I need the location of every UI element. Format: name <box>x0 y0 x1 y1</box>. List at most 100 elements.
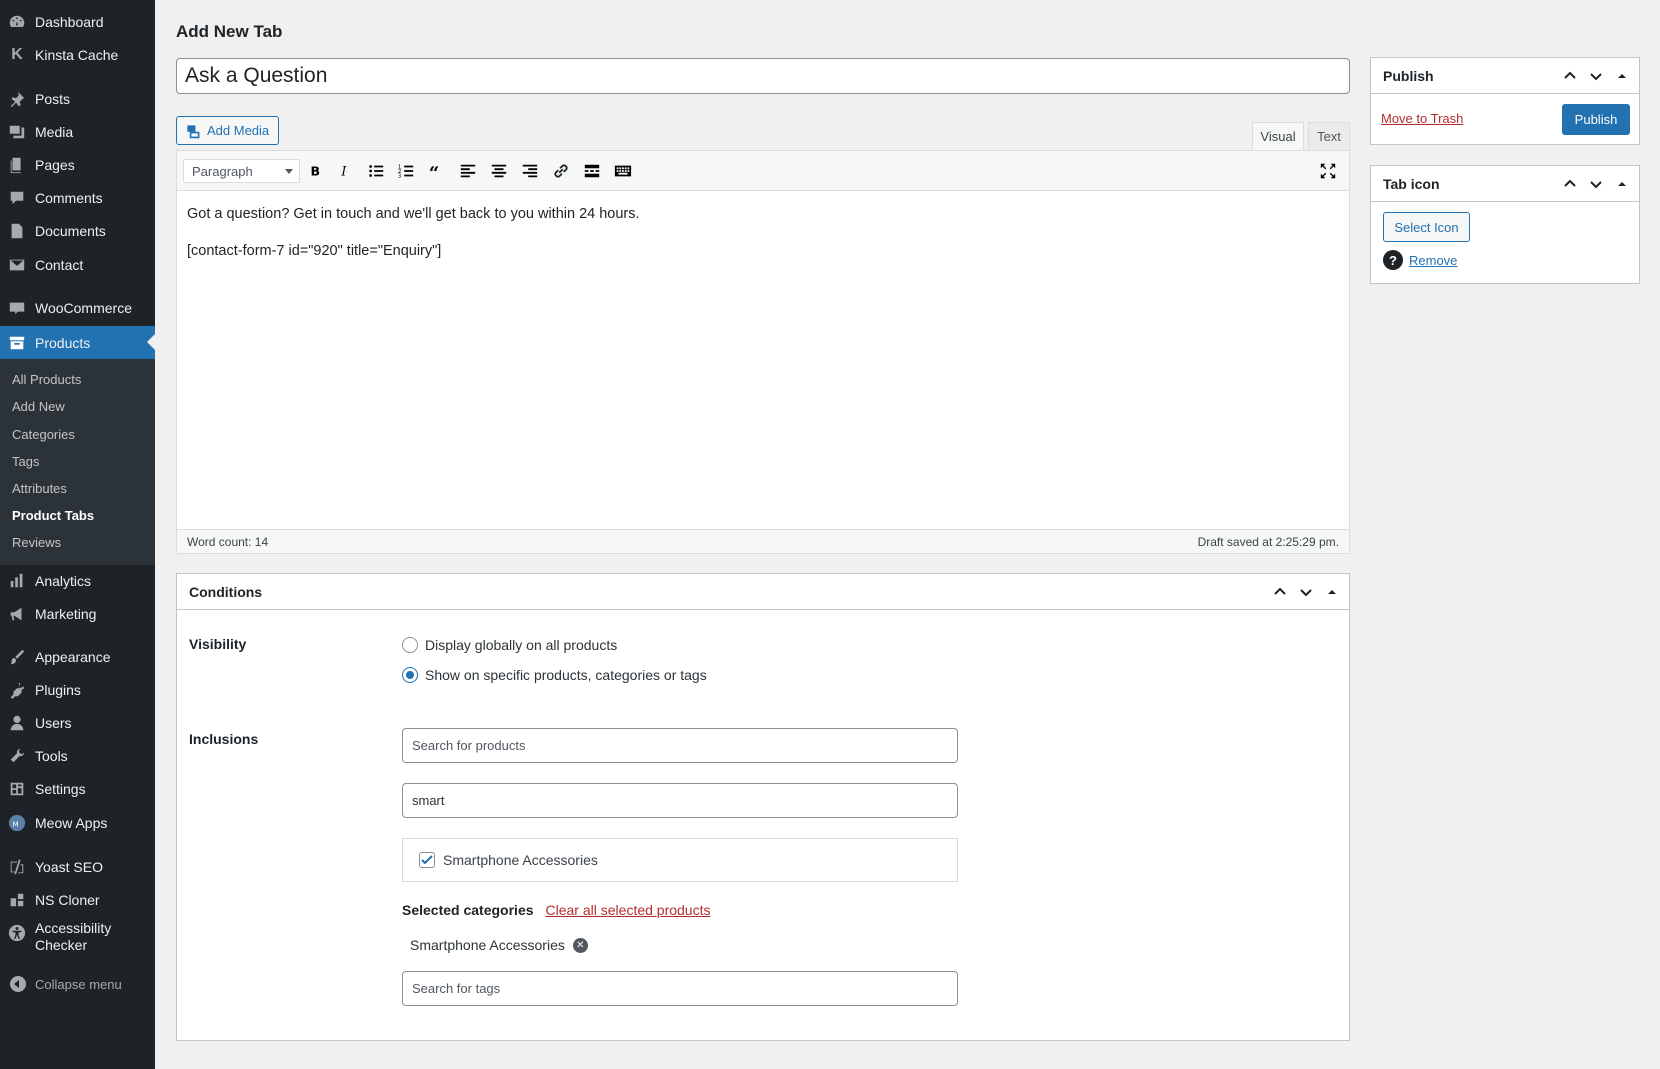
read-more-icon[interactable] <box>581 160 603 182</box>
collapse-menu-button[interactable]: Collapse menu <box>0 973 122 995</box>
sidebar-item-marketing[interactable]: Marketing <box>0 599 155 629</box>
radio-display-globally[interactable]: Display globally on all products <box>402 637 617 653</box>
radio-show-specific[interactable]: Show on specific products, categories or… <box>402 667 707 683</box>
sidebar-item-label: Marketing <box>35 606 97 622</box>
bold-icon[interactable]: B <box>304 160 326 182</box>
sidebar-item-appearance[interactable]: Appearance <box>0 642 155 672</box>
publish-button[interactable]: Publish <box>1562 104 1630 135</box>
tab-visual[interactable]: Visual <box>1252 122 1304 150</box>
sidebar-item-settings[interactable]: Settings <box>0 774 155 804</box>
tab-text[interactable]: Text <box>1308 122 1350 150</box>
caret-down-icon <box>285 169 293 174</box>
category-checkbox[interactable] <box>419 852 435 868</box>
conditions-metabox: Conditions Visibility Display globally o… <box>176 573 1350 1041</box>
submenu-reviews[interactable]: Reviews <box>12 535 61 550</box>
submenu-add-new[interactable]: Add New <box>12 399 65 414</box>
post-title-input[interactable] <box>176 58 1350 94</box>
submenu-attributes[interactable]: Attributes <box>12 481 67 496</box>
yoast-icon <box>7 857 27 877</box>
sidebar-item-contact[interactable]: Contact <box>0 250 155 280</box>
add-media-button[interactable]: Add Media <box>176 116 279 145</box>
move-up-icon[interactable] <box>1561 67 1579 85</box>
clear-all-link[interactable]: Clear all selected products <box>546 902 711 918</box>
move-down-icon[interactable] <box>1587 175 1605 193</box>
sidebar-item-analytics[interactable]: Analytics <box>0 566 155 596</box>
add-media-icon <box>187 124 200 138</box>
sidebar-item-woocommerce[interactable]: WooCommerce <box>0 293 155 323</box>
documents-icon <box>7 221 27 241</box>
wrench-icon <box>7 746 27 766</box>
sidebar-item-accessibility-checker[interactable]: Accessibility Checker <box>0 920 155 960</box>
move-down-icon[interactable] <box>1587 67 1605 85</box>
sidebar-item-label: Users <box>35 715 72 731</box>
selected-category-chip: Smartphone Accessories ✕ <box>410 937 588 953</box>
comments-icon <box>7 188 27 208</box>
conditions-title: Conditions <box>189 583 263 600</box>
submenu-categories[interactable]: Categories <box>12 427 75 442</box>
move-down-icon[interactable] <box>1297 583 1315 601</box>
sidebar-item-dashboard[interactable]: Dashboard <box>0 7 155 37</box>
link-icon[interactable] <box>550 160 572 182</box>
sidebar-item-tools[interactable]: Tools <box>0 741 155 771</box>
sidebar-item-documents[interactable]: Documents <box>0 216 155 246</box>
align-center-icon[interactable] <box>488 160 510 182</box>
media-icon <box>7 122 27 142</box>
move-up-icon[interactable] <box>1271 583 1289 601</box>
sidebar-item-pages[interactable]: Pages <box>0 150 155 180</box>
search-tags-input[interactable] <box>402 971 958 1006</box>
select-icon-button[interactable]: Select Icon <box>1383 212 1470 242</box>
sidebar-item-users[interactable]: Users <box>0 708 155 738</box>
tab-icon-metabox: Tab icon Select Icon ? Remove <box>1370 165 1640 284</box>
cloner-icon <box>7 890 27 910</box>
align-right-icon[interactable] <box>519 160 541 182</box>
move-to-trash-link[interactable]: Move to Trash <box>1381 111 1463 126</box>
submenu-product-tabs[interactable]: Product Tabs <box>12 508 94 523</box>
collapse-menu-label: Collapse menu <box>35 976 122 992</box>
publish-title: Publish <box>1383 67 1434 84</box>
sidebar-item-yoast-seo[interactable]: Yoast SEO <box>0 852 155 882</box>
submenu-all-products[interactable]: All Products <box>12 372 81 387</box>
sidebar-item-label: Media <box>35 124 74 140</box>
format-select[interactable]: Paragraph <box>183 159 300 183</box>
sidebar-item-ns-cloner[interactable]: NS Cloner <box>0 885 155 915</box>
toolbar-toggle-icon[interactable] <box>612 160 634 182</box>
sidebar-item-label: Products <box>35 334 91 351</box>
sidebar-item-posts[interactable]: Posts <box>0 84 155 114</box>
svg-text:“: “ <box>429 163 439 180</box>
sidebar-item-products[interactable]: Products <box>0 326 155 359</box>
italic-icon[interactable]: I <box>334 160 356 182</box>
sidebar-item-media[interactable]: Media <box>0 117 155 147</box>
blockquote-icon[interactable]: “ <box>426 160 448 182</box>
sidebar-item-label: Documents <box>35 223 106 239</box>
svg-text:I: I <box>340 164 347 179</box>
radio-button[interactable] <box>402 637 418 653</box>
remove-icon-link[interactable]: Remove <box>1409 253 1457 268</box>
archive-icon <box>7 333 27 353</box>
sidebar-item-label: Contact <box>35 257 84 273</box>
sidebar-item-meow-apps[interactable]: M Meow Apps <box>0 808 155 838</box>
category-search-input[interactable] <box>402 783 958 818</box>
bar-chart-icon <box>7 571 27 591</box>
move-up-icon[interactable] <box>1561 175 1579 193</box>
search-products-input[interactable] <box>402 728 958 763</box>
collapse-toggle-icon[interactable] <box>1613 175 1631 193</box>
fullscreen-icon[interactable] <box>1317 160 1339 182</box>
sidebar-item-label: Posts <box>35 91 71 107</box>
sidebar-item-kinsta-cache[interactable]: K Kinsta Cache <box>0 40 155 70</box>
svg-text:3: 3 <box>398 173 401 179</box>
align-left-icon[interactable] <box>457 160 479 182</box>
collapse-toggle-icon[interactable] <box>1323 583 1341 601</box>
sidebar-item-plugins[interactable]: Plugins <box>0 675 155 705</box>
bulleted-list-icon[interactable] <box>365 160 387 182</box>
submenu-tags[interactable]: Tags <box>12 454 39 469</box>
numbered-list-icon[interactable]: 123 <box>395 160 417 182</box>
tab-icon-title: Tab icon <box>1383 175 1440 192</box>
radio-button-selected[interactable] <box>402 667 418 683</box>
sidebar-item-comments[interactable]: Comments <box>0 183 155 213</box>
remove-chip-icon[interactable]: ✕ <box>572 937 588 953</box>
category-result-list: Smartphone Accessories <box>402 838 958 882</box>
sidebar-item-label: Plugins <box>35 682 81 698</box>
collapse-toggle-icon[interactable] <box>1613 67 1631 85</box>
sidebar-item-label: Yoast SEO <box>35 859 103 875</box>
editor-content-area[interactable]: Got a question? Get in touch and we'll g… <box>177 191 1349 289</box>
